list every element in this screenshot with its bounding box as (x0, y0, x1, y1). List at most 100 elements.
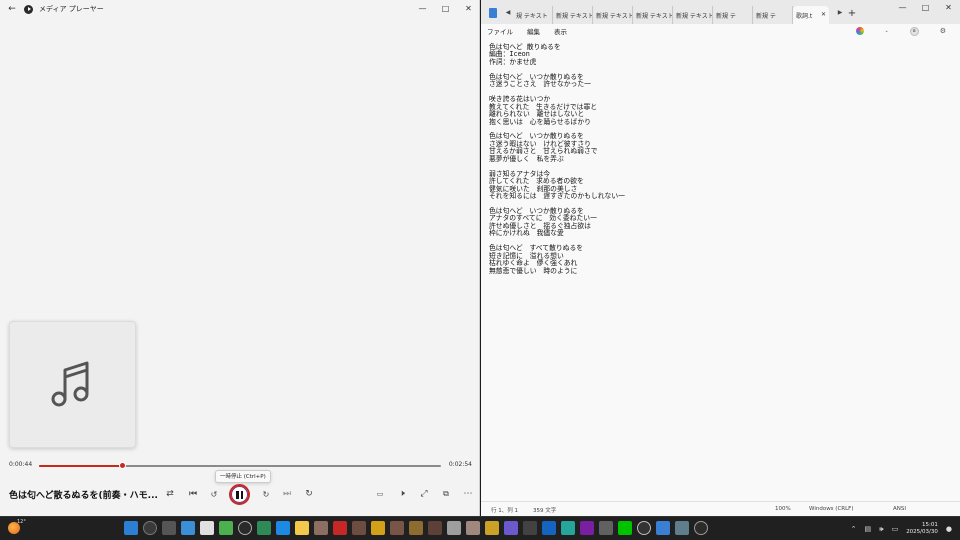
more-icon[interactable]: ⋯ (461, 484, 475, 504)
scroll-tabs-right-icon[interactable]: ▶ (835, 9, 845, 16)
next-icon[interactable]: ⏭ (280, 484, 294, 504)
notepad-menu-bar: ファイル 編集 表示 ⌄ a ⚙ (481, 24, 960, 38)
copilot-icon[interactable] (855, 27, 864, 35)
minecraft-icon[interactable] (219, 521, 233, 535)
total-duration: 0:02:54 (448, 461, 472, 468)
tab-5[interactable]: 新規 テキスト (673, 6, 713, 24)
minimize-button[interactable]: — (891, 0, 914, 16)
song-title[interactable]: 色は匂へど散るぬるを(前奏・ハモ... (9, 488, 158, 501)
menu-view[interactable]: 表示 (554, 26, 567, 36)
tab-1[interactable]: 規 テキスト (513, 6, 553, 24)
tab-6[interactable]: 新規 テ (713, 6, 753, 24)
volume-icon[interactable]: 🕨 (395, 484, 409, 504)
app-icon-18[interactable] (523, 521, 537, 535)
task-view-icon[interactable] (162, 521, 176, 535)
seek-fill (39, 465, 123, 467)
notepad-taskbar-icon[interactable] (656, 521, 670, 535)
character-count: 359 文字 (533, 508, 557, 514)
scroll-tabs-left-icon[interactable]: ◀ (503, 9, 513, 16)
battery-icon[interactable]: ▭ (892, 525, 899, 533)
pause-icon (236, 490, 243, 499)
close-button[interactable]: ✕ (457, 0, 480, 18)
notification-icon[interactable]: ● (946, 525, 952, 533)
media-player-app-icon (24, 4, 33, 14)
edge-icon[interactable] (542, 521, 556, 535)
settings-icon[interactable] (675, 521, 689, 535)
chevron-up-icon[interactable]: ⌃ (851, 525, 857, 533)
notepad-status-bar: 行 1、列 1 359 文字 100% Windows (CRLF) ANSI (481, 501, 960, 516)
tab-3[interactable]: 新規 テキスト (593, 6, 633, 24)
previous-icon[interactable]: ⏮ (186, 484, 200, 504)
app-icon-14[interactable] (447, 521, 461, 535)
notepad-text-area[interactable]: 色は匂へど 散りぬるを 編曲：Iceon 作詞：かませ虎 色は匂へど いつか散り… (489, 43, 949, 275)
line-icon[interactable] (618, 521, 632, 535)
app-icon-15[interactable] (466, 521, 480, 535)
notepad-tab-bar: ◀ 規 テキスト 新規 テキスト 新規 テキスト 新規 テキスト 新規 テキスト… (481, 0, 960, 24)
media-player-taskbar-icon[interactable] (694, 521, 708, 535)
tab-active-lyrics[interactable]: 歌詞.t ✕ (793, 6, 829, 24)
forward-30-icon[interactable]: ↻ (259, 484, 273, 504)
maximize-button[interactable]: □ (914, 0, 937, 16)
app-icon-5[interactable] (276, 521, 290, 535)
cast-icon[interactable]: ⧉ (439, 484, 453, 504)
weather-temperature: 12° (17, 519, 26, 525)
gear-icon[interactable]: ⚙ (940, 27, 946, 35)
tab-close-icon[interactable]: ✕ (821, 11, 826, 24)
clock-time: 15:01 (922, 522, 938, 528)
network-icon[interactable]: ▤ (865, 525, 872, 533)
minimize-button[interactable]: — (411, 0, 434, 18)
media-player-titlebar: ← メディア プレーヤー — □ ✕ (0, 0, 480, 18)
start-icon[interactable] (124, 521, 138, 535)
tab-2[interactable]: 新規 テキスト (553, 6, 593, 24)
close-button[interactable]: ✕ (937, 0, 960, 16)
desktop: ← メディア プレーヤー — □ ✕ 0:00:44 0:02:54 一時停止 … (0, 0, 960, 540)
line-ending: Windows (CRLF) (809, 506, 854, 512)
app-icon-19[interactable] (561, 521, 575, 535)
tab-4[interactable]: 新規 テキスト (633, 6, 673, 24)
back-arrow-icon[interactable]: ← (0, 4, 24, 14)
taskbar-apps (124, 521, 708, 535)
search-icon[interactable] (143, 521, 157, 535)
maximize-button[interactable]: □ (434, 0, 457, 18)
app-icon-9[interactable] (352, 521, 366, 535)
chevron-down-icon[interactable]: ⌄ (885, 28, 889, 34)
avatar[interactable]: a (909, 26, 919, 36)
miniplayer-icon[interactable]: ▭ (373, 484, 387, 504)
tab-7[interactable]: 新規 テ (753, 6, 793, 24)
new-tab-button[interactable]: + (845, 8, 859, 19)
shuffle-icon[interactable]: ⇄ (163, 484, 177, 504)
app-icon-7[interactable] (314, 521, 328, 535)
app-icon-4[interactable] (257, 521, 271, 535)
encoding: ANSI (893, 506, 906, 512)
pause-tooltip: 一時停止 (Ctrl+P) (215, 470, 271, 483)
app-icon-1[interactable] (181, 521, 195, 535)
seek-thumb[interactable] (118, 462, 126, 469)
app-icon-12[interactable] (409, 521, 423, 535)
zoom-level: 100% (775, 506, 791, 512)
app-icon-2[interactable] (200, 521, 214, 535)
fullscreen-icon[interactable]: ⤢ (417, 484, 431, 504)
app-icon-17[interactable] (504, 521, 518, 535)
app-icon-6[interactable] (295, 521, 309, 535)
app-icon-20[interactable] (599, 521, 613, 535)
app-icon-21[interactable] (637, 521, 651, 535)
menu-edit[interactable]: 編集 (527, 26, 540, 36)
repeat-icon[interactable]: ↻ (302, 484, 316, 504)
app-icon-8[interactable] (333, 521, 347, 535)
system-tray: ⌃ ▤ 🕪 ▭ 15:01 2025/03/30 ● (851, 517, 952, 540)
app-icon-3[interactable] (238, 521, 252, 535)
visual-studio-icon[interactable] (580, 521, 594, 535)
volume-icon[interactable]: 🕪 (879, 525, 883, 534)
rewind-10-icon[interactable]: ↺ (207, 484, 221, 504)
app-icon-16[interactable] (485, 521, 499, 535)
menu-file[interactable]: ファイル (487, 26, 513, 36)
clock[interactable]: 15:01 2025/03/30 (906, 522, 938, 536)
seek-track[interactable] (39, 462, 441, 469)
app-icon-13[interactable] (428, 521, 442, 535)
app-icon-11[interactable] (390, 521, 404, 535)
album-art (9, 321, 136, 448)
notepad-window-controls: — □ ✕ (891, 0, 960, 16)
pause-button[interactable] (229, 484, 250, 505)
app-icon-10[interactable] (371, 521, 385, 535)
elapsed-time: 0:00:44 (9, 461, 33, 468)
